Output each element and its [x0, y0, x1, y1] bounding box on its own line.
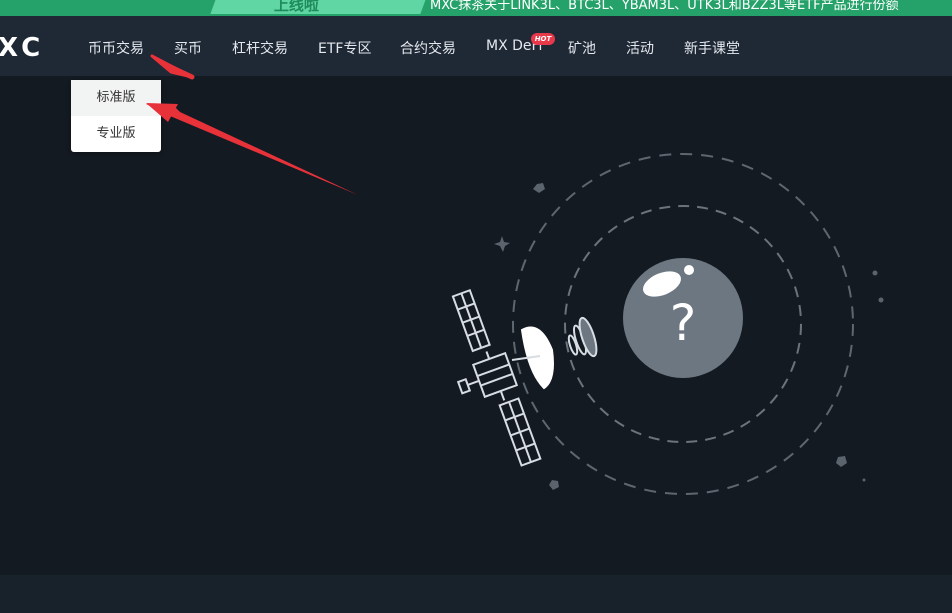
- rock-icon-3: [836, 456, 847, 467]
- footer-band: [0, 575, 952, 613]
- rock-icon: [533, 183, 545, 193]
- star-icon: [494, 236, 510, 252]
- annotation-arrows: [146, 54, 358, 195]
- satellite-question-illustration: ?: [146, 54, 884, 495]
- rock-icon-2: [549, 480, 559, 490]
- question-mark-icon: ?: [670, 294, 697, 352]
